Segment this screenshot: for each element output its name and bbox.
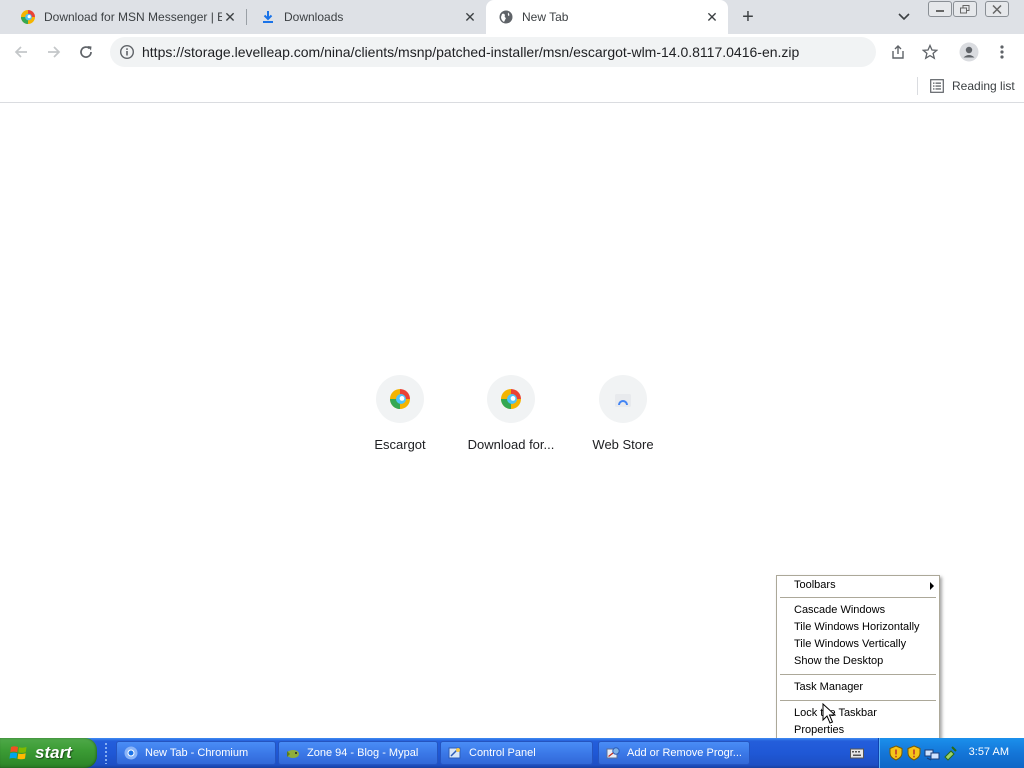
tab-title: Download for MSN Messenger | Escargot	[44, 10, 222, 24]
download-icon	[260, 9, 276, 25]
taskbar-context-menu: Toolbars Cascade Windows Tile Windows Ho…	[776, 575, 940, 743]
taskbar-button-chromium[interactable]: New Tab - Chromium	[116, 741, 276, 765]
more-menu-icon[interactable]	[991, 41, 1013, 63]
menu-item-properties[interactable]: Properties	[777, 722, 939, 739]
menu-item-show-desktop[interactable]: Show the Desktop	[777, 653, 939, 670]
control-panel-icon	[447, 745, 463, 761]
menu-separator	[780, 597, 936, 598]
shortcut-tile-escargot[interactable]: Escargot	[344, 375, 456, 465]
site-info-icon[interactable]	[119, 44, 135, 60]
tab-escargot-download[interactable]: Download for MSN Messenger | Escargot ✕	[0, 0, 246, 34]
close-tab-icon[interactable]: ✕	[462, 9, 478, 25]
reload-icon[interactable]	[74, 40, 98, 64]
divider	[917, 77, 918, 95]
add-remove-programs-icon	[605, 745, 621, 761]
shortcut-label: Web Store	[592, 437, 654, 452]
security-center-shield-icon[interactable]	[906, 745, 922, 761]
close-tab-icon[interactable]: ✕	[704, 9, 720, 25]
profile-avatar-icon[interactable]	[958, 41, 980, 63]
back-arrow-icon[interactable]	[9, 40, 33, 64]
web-store-icon	[599, 375, 647, 423]
chromium-icon	[123, 745, 139, 761]
share-icon[interactable]	[887, 41, 909, 63]
close-tab-icon[interactable]: ✕	[222, 9, 238, 25]
tab-new-tab[interactable]: New Tab ✕	[486, 0, 728, 34]
shortcut-tile-download-for[interactable]: Download for...	[455, 375, 567, 465]
security-shield-icon[interactable]	[888, 745, 904, 761]
mypal-icon	[285, 745, 301, 761]
reading-list-button[interactable]: Reading list	[930, 76, 1015, 96]
reading-list-label: Reading list	[952, 79, 1015, 93]
keyboard-language-icon[interactable]	[850, 746, 864, 759]
minimize-window-icon[interactable]	[928, 1, 952, 17]
restore-window-icon[interactable]	[953, 1, 977, 17]
tab-downloads[interactable]: Downloads ✕	[240, 0, 486, 34]
shortcut-tile-web-store[interactable]: Web Store	[567, 375, 679, 465]
tab-title: New Tab	[522, 10, 569, 24]
escargot-logo-icon	[376, 375, 424, 423]
taskbar: start New Tab - Chromium Zone 94 - Blog …	[0, 738, 1024, 768]
menu-item-lock-taskbar[interactable]: Lock the Taskbar	[777, 705, 939, 722]
clock[interactable]: 3:57 AM	[969, 746, 1009, 758]
menu-item-cascade-windows[interactable]: Cascade Windows	[777, 602, 939, 619]
system-tray: 3:57 AM	[878, 738, 1024, 768]
tab-title: Downloads	[284, 10, 344, 24]
menu-item-task-manager[interactable]: Task Manager	[777, 679, 939, 696]
bookmark-star-icon[interactable]	[919, 41, 941, 63]
url-text: https://storage.levelleap.com/nina/clien…	[142, 44, 800, 60]
mouse-cursor-icon	[822, 703, 836, 724]
tab-strip: Download for MSN Messenger | Escargot ✕ …	[0, 0, 1024, 34]
globe-icon	[498, 9, 514, 25]
menu-item-tile-vertically[interactable]: Tile Windows Vertically	[777, 636, 939, 653]
browser-toolbar: https://storage.levelleap.com/nina/clien…	[0, 34, 1024, 70]
safely-remove-hardware-icon[interactable]	[942, 745, 958, 761]
bookmarks-bar: Reading list	[0, 70, 1024, 103]
shortcut-label: Escargot	[374, 437, 426, 452]
menu-separator	[780, 674, 936, 675]
menu-item-toolbars[interactable]: Toolbars	[777, 577, 939, 594]
menu-item-tile-horizontally[interactable]: Tile Windows Horizontally	[777, 619, 939, 636]
forward-arrow-icon[interactable]	[42, 40, 66, 64]
tab-search-chevron-down-icon[interactable]	[893, 7, 915, 27]
taskbar-button-mypal[interactable]: Zone 94 - Blog - Mypal	[278, 741, 438, 765]
close-window-icon[interactable]	[985, 1, 1009, 17]
start-label: start	[35, 743, 72, 762]
escargot-logo-icon	[20, 9, 36, 25]
reading-list-icon	[930, 79, 944, 93]
new-tab-plus-icon[interactable]: +	[736, 5, 760, 29]
address-bar[interactable]: https://storage.levelleap.com/nina/clien…	[110, 37, 876, 67]
submenu-arrow-icon	[930, 582, 934, 590]
taskbar-button-control-panel[interactable]: Control Panel	[440, 741, 593, 765]
taskbar-button-add-remove-programs[interactable]: Add or Remove Progr...	[598, 741, 750, 765]
windows-flag-icon	[9, 746, 27, 760]
start-button[interactable]: start	[0, 738, 97, 768]
shortcut-label: Download for...	[467, 437, 555, 452]
network-icon[interactable]	[924, 745, 940, 761]
escargot-logo-icon	[487, 375, 535, 423]
taskbar-grip[interactable]	[104, 742, 108, 764]
menu-separator	[780, 700, 936, 701]
